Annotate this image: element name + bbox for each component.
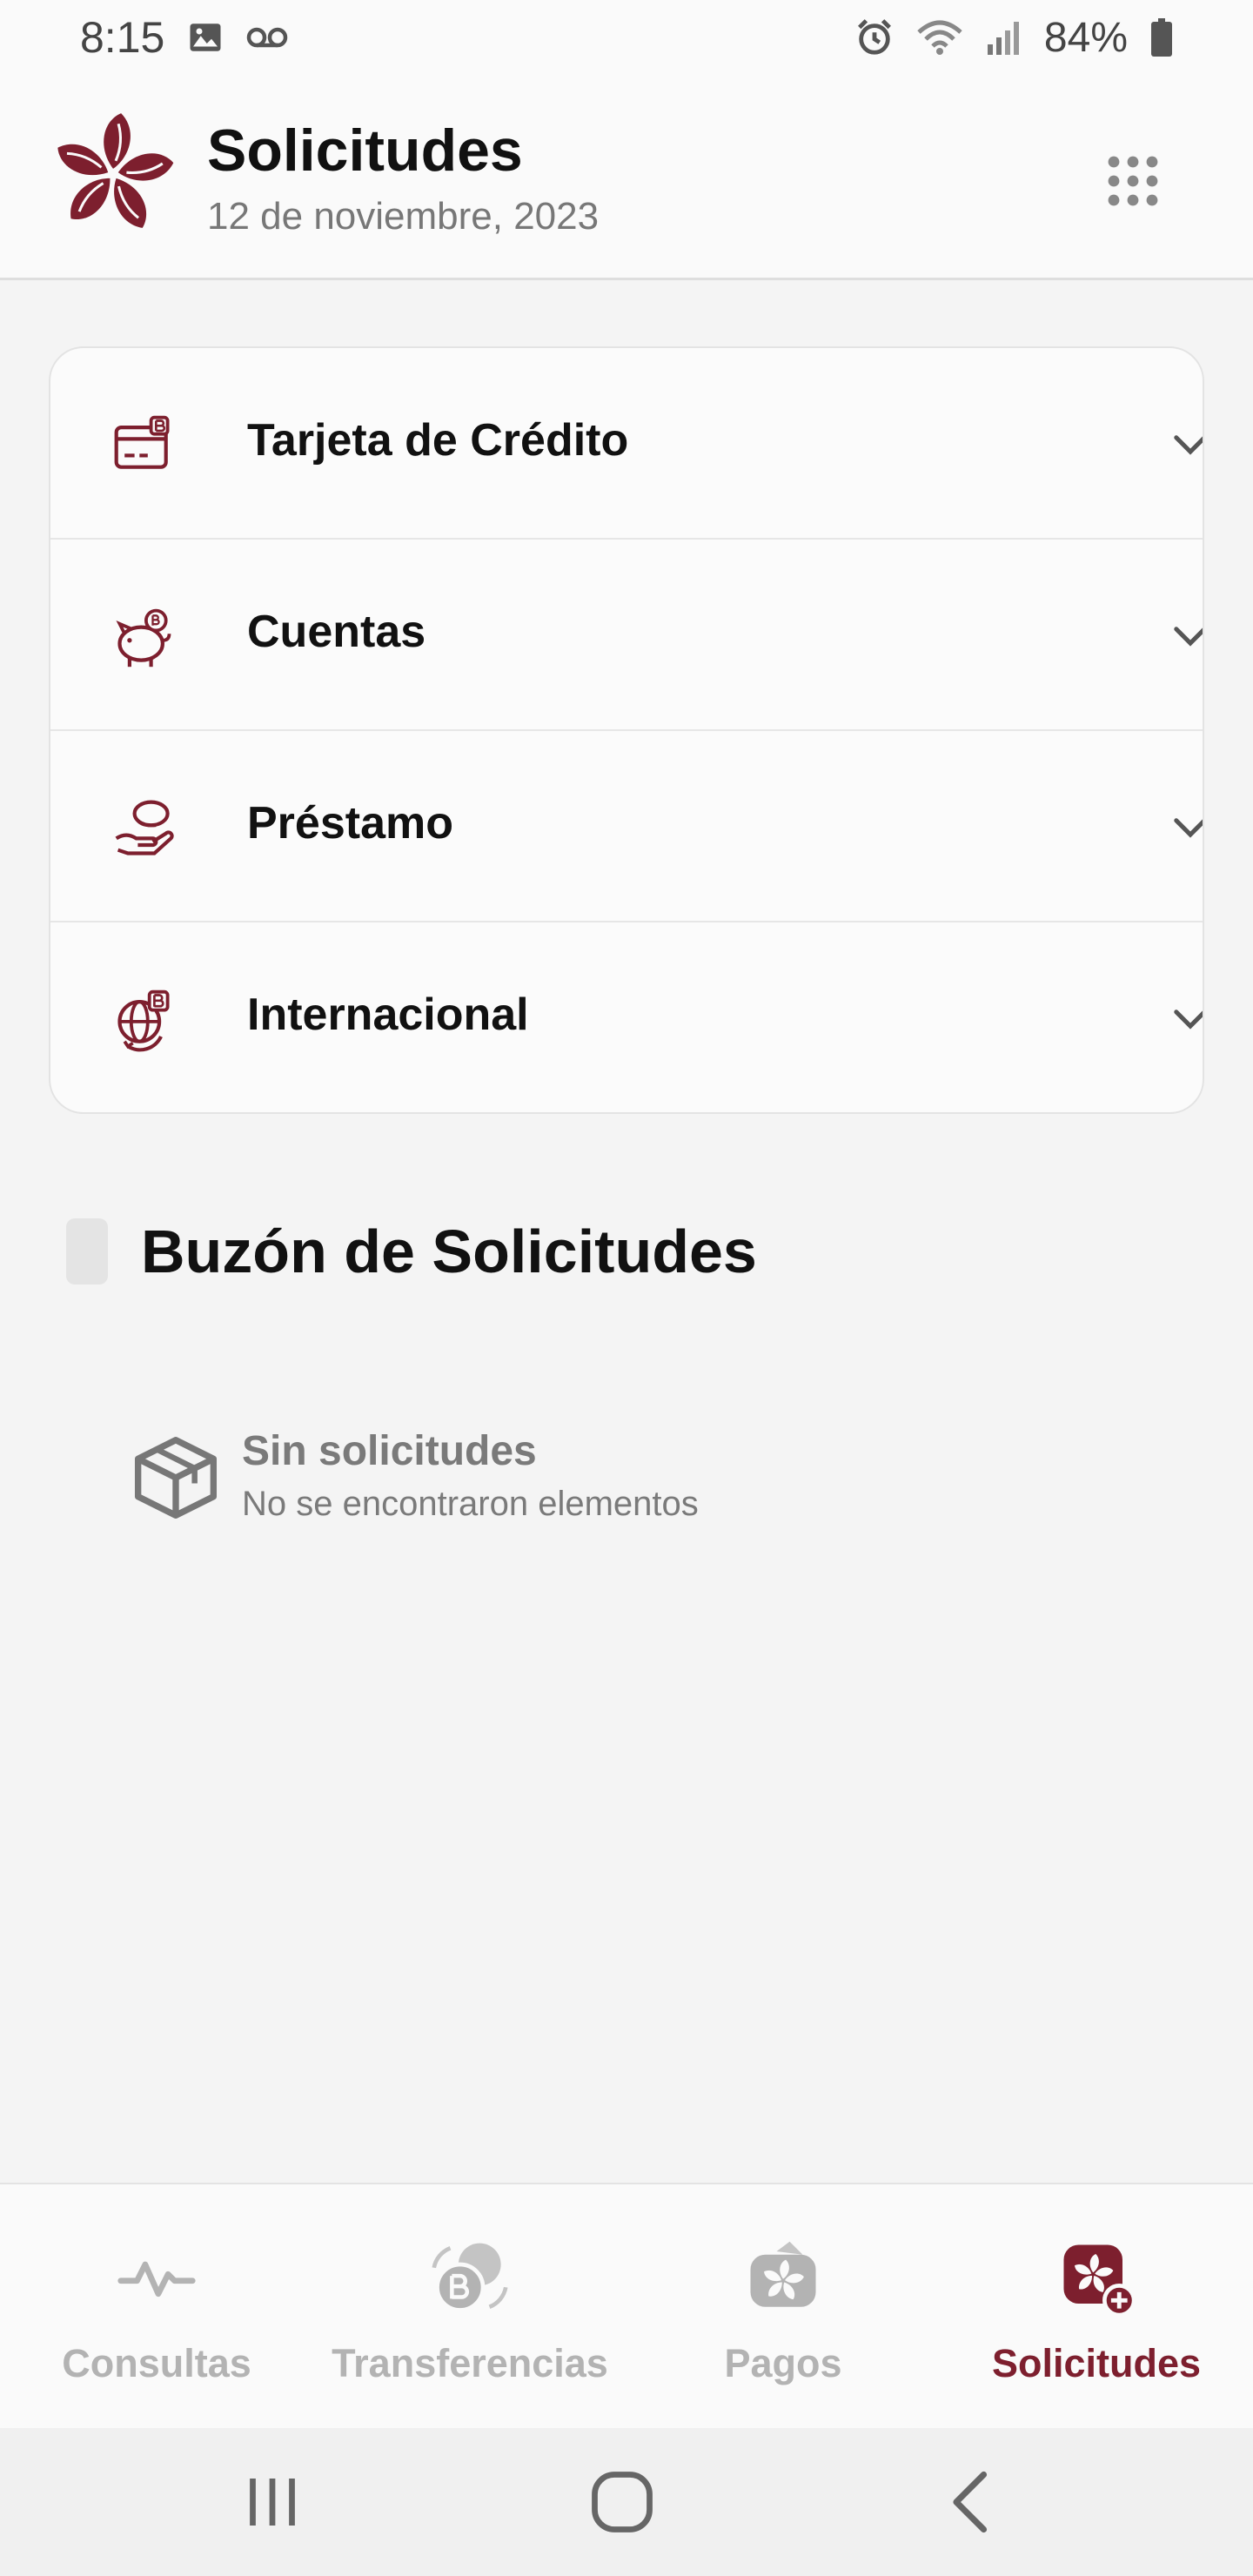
empty-state-title: Sin solicitudes: [242, 1428, 537, 1474]
nav-tab-pagos[interactable]: Pagos: [626, 2184, 940, 2430]
page-date: 12 de noviembre, 2023: [207, 195, 600, 238]
nav-tab-consultas[interactable]: Consultas: [0, 2184, 313, 2430]
battery-percentage: 84%: [1043, 14, 1128, 61]
request-categories-card: Tarjeta de Crédito Cuentas Préstamo Inte…: [49, 346, 1204, 1114]
request-item-label: Cuentas: [247, 607, 426, 657]
empty-box-icon: [134, 1436, 218, 1519]
request-item-accounts[interactable]: Cuentas: [50, 540, 1203, 731]
bottom-navigation: Consultas Transferencias Pagos Solicitud…: [0, 2183, 1253, 2428]
chevron-down-icon: [1174, 627, 1203, 647]
alarm-icon: [857, 19, 891, 55]
back-icon[interactable]: [933, 2463, 1011, 2541]
request-item-label: Préstamo: [247, 798, 453, 849]
empty-state-subtitle: No se encontraron elementos: [242, 1485, 699, 1523]
nav-label: Solicitudes: [991, 2341, 1202, 2385]
chevron-down-icon: [1174, 1010, 1203, 1030]
nav-label: Transferencias: [332, 2341, 608, 2385]
piggy-bank-icon: [116, 608, 171, 667]
wifi-icon: [917, 20, 962, 55]
bank-logo-icon: [57, 113, 174, 228]
activity-icon: [117, 2261, 196, 2298]
nav-tab-solicitudes[interactable]: Solicitudes: [940, 2184, 1253, 2430]
credit-card-icon: [114, 415, 170, 469]
voicemail-icon: [247, 27, 288, 48]
hand-coin-icon: [115, 800, 174, 855]
status-bar-left: 8:15: [80, 12, 288, 63]
apps-grid-icon[interactable]: [1105, 153, 1161, 209]
request-item-label: Tarjeta de Crédito: [247, 415, 629, 466]
recent-apps-icon[interactable]: [233, 2463, 312, 2541]
globe-icon: [117, 989, 170, 1052]
signal-icon: [987, 22, 1019, 55]
section-marker: [66, 1218, 108, 1285]
chevron-down-icon: [1174, 435, 1203, 455]
nav-label: Pagos: [724, 2341, 842, 2385]
nav-tab-transferencias[interactable]: Transferencias: [313, 2184, 626, 2430]
request-item-international[interactable]: Internacional: [50, 922, 1203, 1112]
system-navigation-bar: [0, 2428, 1253, 2576]
request-item-credit-card[interactable]: Tarjeta de Crédito: [50, 348, 1203, 540]
request-item-loan[interactable]: Préstamo: [50, 731, 1203, 922]
inbox-title: Buzón de Solicitudes: [141, 1218, 757, 1285]
nav-label: Consultas: [62, 2341, 251, 2385]
request-item-label: Internacional: [247, 989, 529, 1040]
transfer-icon: [432, 2243, 508, 2312]
status-time: 8:15: [80, 13, 165, 62]
battery-icon: [1151, 18, 1172, 57]
app-header: Solicitudes 12 de noviembre, 2023: [0, 75, 1253, 280]
payments-icon: [750, 2241, 816, 2307]
image-icon: [190, 23, 221, 51]
requests-icon: [1063, 2244, 1136, 2317]
chevron-down-icon: [1174, 818, 1203, 838]
status-bar: 8:15 84%: [0, 0, 1253, 75]
app-screen: 8:15 84% Solicitudes 12 de noviembre, 20…: [0, 0, 1253, 2576]
status-bar-right: 84%: [854, 14, 1173, 62]
page-title: Solicitudes: [207, 117, 523, 184]
home-icon[interactable]: [583, 2463, 661, 2541]
